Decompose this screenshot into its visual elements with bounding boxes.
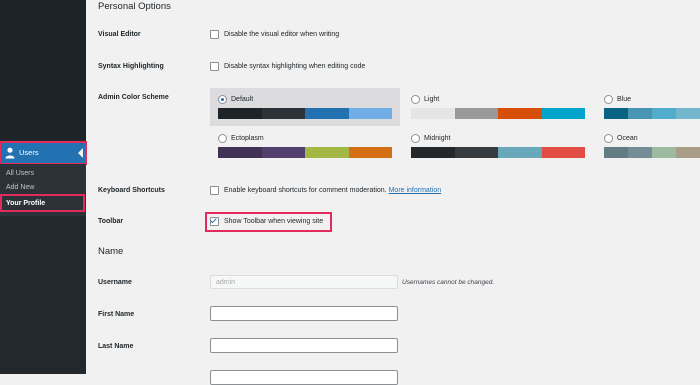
palette-swatch (454, 108, 498, 119)
palette-swatch (411, 147, 455, 158)
palette-swatch (218, 147, 262, 158)
palette-swatch (261, 147, 305, 158)
scheme-ocean-palette[interactable] (604, 147, 700, 158)
submenu-add-new[interactable]: Add New (6, 184, 34, 191)
username-note: Usernames cannot be changed. (402, 279, 495, 286)
palette-swatch (454, 147, 498, 158)
first-name-input[interactable] (210, 306, 398, 321)
scheme-default-name[interactable]: Default (231, 96, 253, 103)
keyboard-shortcuts-checkbox[interactable] (210, 186, 219, 195)
admin-menu-area (0, 0, 86, 140)
scheme-blue-radio[interactable] (604, 95, 613, 104)
highlight-box-your-profile (0, 194, 85, 212)
scheme-default-palette[interactable] (218, 108, 392, 119)
palette-swatch (498, 108, 542, 119)
section-title-name: Name (98, 246, 124, 257)
selected-scheme-background (210, 88, 400, 126)
section-title-personal-options: Personal Options (98, 1, 171, 12)
keyboard-shortcuts-option[interactable]: Enable keyboard shortcuts for comment mo… (224, 187, 387, 194)
admin-color-scheme-label: Admin Color Scheme (98, 94, 169, 101)
toolbar-label: Toolbar (98, 218, 124, 225)
palette-swatch (604, 108, 628, 119)
visual-editor-option[interactable]: Disable the visual editor when writing (224, 31, 339, 38)
palette-swatch (652, 108, 676, 119)
syntax-highlighting-option[interactable]: Disable syntax highlighting when editing… (224, 63, 365, 70)
sidebar-item-users-label: Users (19, 148, 39, 157)
palette-swatch (541, 147, 585, 158)
scheme-light-name[interactable]: Light (424, 96, 439, 103)
palette-swatch (628, 147, 652, 158)
nickname-input-partial[interactable] (210, 370, 398, 385)
username-input: admin (210, 275, 398, 289)
palette-swatch (628, 108, 652, 119)
username-label: Username (98, 279, 132, 286)
scheme-midnight-name[interactable]: Midnight (424, 135, 450, 142)
scheme-ocean-radio[interactable] (604, 134, 613, 143)
scheme-ectoplasm-radio[interactable] (218, 134, 227, 143)
scheme-midnight-radio[interactable] (411, 134, 420, 143)
highlight-box-toolbar (205, 212, 332, 232)
palette-swatch (305, 147, 349, 158)
palette-swatch (411, 108, 455, 119)
palette-swatch (348, 108, 392, 119)
scheme-ectoplasm-palette[interactable] (218, 147, 392, 158)
current-menu-arrow (78, 148, 83, 158)
palette-swatch (218, 108, 262, 119)
scheme-ocean-name[interactable]: Ocean (617, 135, 638, 142)
syntax-highlighting-checkbox[interactable] (210, 62, 219, 71)
syntax-highlighting-label: Syntax Highlighting (98, 63, 164, 70)
user-icon (5, 147, 15, 159)
first-name-label: First Name (98, 311, 135, 318)
last-name-label: Last Name (98, 343, 134, 350)
keyboard-shortcuts-label: Keyboard Shortcuts (98, 187, 165, 194)
more-information-link[interactable]: More information (389, 187, 442, 194)
palette-swatch (498, 147, 542, 158)
palette-swatch (348, 147, 392, 158)
palette-swatch (541, 108, 585, 119)
scheme-midnight-palette[interactable] (411, 147, 585, 158)
scheme-ectoplasm-name[interactable]: Ectoplasm (231, 135, 264, 142)
palette-swatch (305, 108, 349, 119)
sidebar-item-users[interactable]: Users (0, 141, 87, 165)
palette-swatch (676, 108, 700, 119)
scheme-light-radio[interactable] (411, 95, 420, 104)
scheme-blue-palette[interactable] (604, 108, 700, 119)
palette-swatch (604, 147, 628, 158)
palette-swatch (676, 147, 700, 158)
scheme-default-radio[interactable] (218, 95, 227, 104)
palette-swatch (652, 147, 676, 158)
last-name-input[interactable] (210, 338, 398, 353)
visual-editor-label: Visual Editor (98, 31, 141, 38)
visual-editor-checkbox[interactable] (210, 30, 219, 39)
scheme-blue-name[interactable]: Blue (617, 96, 631, 103)
submenu-all-users[interactable]: All Users (6, 170, 34, 177)
palette-swatch (261, 108, 305, 119)
scheme-light-palette[interactable] (411, 108, 585, 119)
